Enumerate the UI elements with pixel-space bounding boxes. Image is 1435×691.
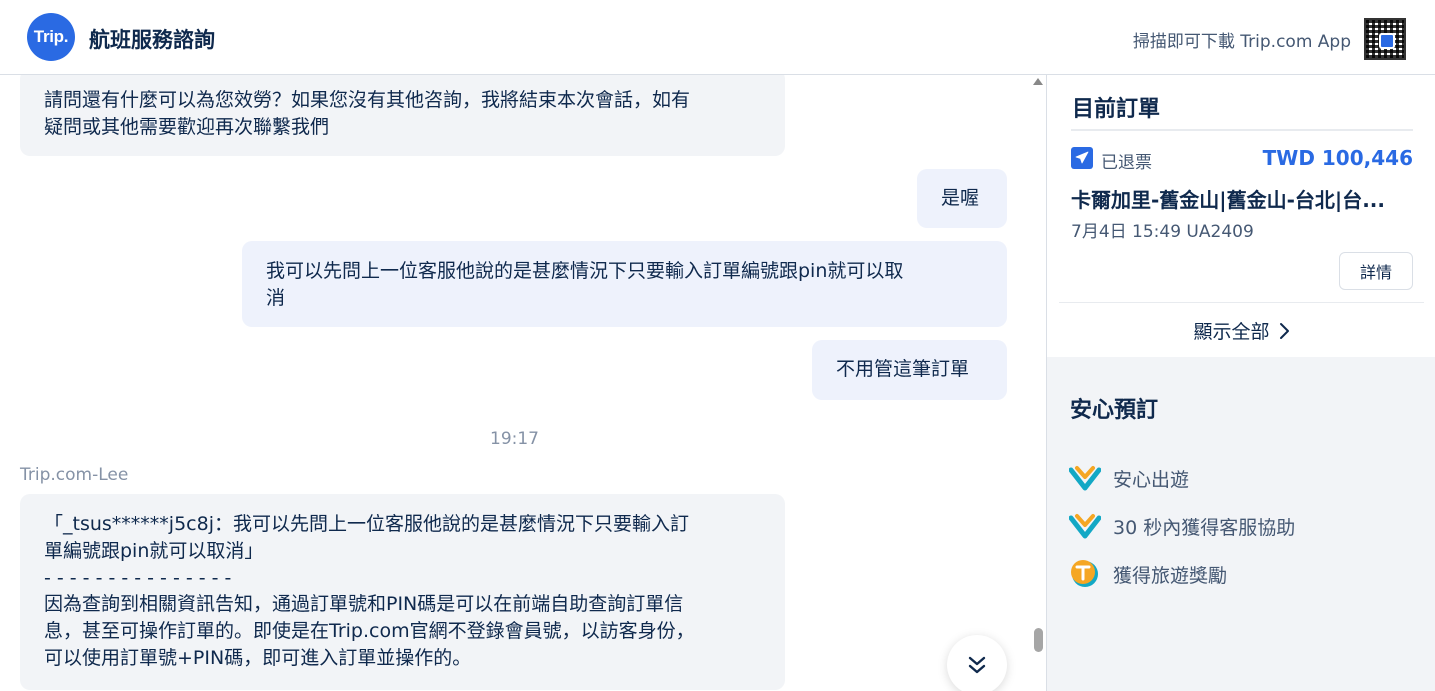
trip-coin-icon (1071, 560, 1098, 587)
current-orders-card: 目前訂單 已退票 TWD 100,446 卡爾加里-舊金山|舊金山-台北|台..… (1047, 75, 1435, 357)
safe-booking-item: 30 秒內獲得客服協助 (1069, 510, 1295, 542)
header: Trip. 航班服務諮詢 掃描即可下載 Trip.com App (0, 0, 1435, 75)
message-timestamp: 19:17 (490, 429, 539, 449)
message-line: 「_tsus******j5c8j：我可以先問上一位客服他說的是甚麼情況下只要輸… (44, 513, 689, 535)
flight-info: 7月4日 15:49 UA2409 (1071, 222, 1254, 242)
qr-code-icon (1364, 18, 1406, 60)
divider (1071, 129, 1413, 131)
order-status: 已退票 (1101, 153, 1152, 173)
scrollbar-up-arrow[interactable] (1033, 78, 1043, 85)
message-line: 疑問或其他需要歡迎再次聯繫我們 (44, 116, 330, 138)
message-separator: - - - - - - - - - - - - - - - (44, 567, 232, 589)
safe-item-label: 30 秒內獲得客服協助 (1113, 516, 1296, 539)
message-line: 請問還有什麼可以為您效勞？如果您沒有其他咨詢，我將結束本次會話，如有 (44, 89, 691, 111)
orders-title: 目前訂單 (1072, 97, 1161, 122)
message-line: 我可以先問上一位客服他說的是甚麼情況下只要輸入訂單編號跟pin就可以取 (266, 260, 904, 282)
safe-booking-item: 安心出遊 (1069, 462, 1189, 494)
message-line: 可以使用訂單號+PIN碼，即可進入訂單並操作的。 (44, 647, 472, 669)
message-line: 消 (266, 287, 286, 309)
heart-check-icon (1069, 514, 1101, 539)
message-line: 單編號跟pin就可以取消」 (44, 540, 264, 562)
agent-name: Trip.com-Lee (20, 465, 129, 485)
agent-message: 「_tsus******j5c8j：我可以先問上一位客服他說的是甚麼情況下只要輸… (20, 494, 785, 690)
user-message: 我可以先問上一位客服他說的是甚麼情況下只要輸入訂單編號跟pin就可以取 消 (242, 241, 1007, 327)
chat-panel[interactable]: 請問還有什麼可以為您效勞？如果您沒有其他咨詢，我將結束本次會話，如有 疑問或其他… (0, 75, 1046, 691)
chevron-right-icon (1279, 322, 1289, 339)
show-all-button[interactable]: 顯示全部 (1047, 317, 1435, 344)
message-line: 息，甚至可操作訂單的。即使是在Trip.com官網不登錄會員號，以訪客身份， (44, 620, 695, 642)
divider (1059, 302, 1424, 303)
details-button[interactable]: 詳情 (1339, 252, 1413, 290)
show-all-label: 顯示全部 (1193, 321, 1270, 343)
safe-item-label: 安心出遊 (1113, 468, 1190, 491)
scrollbar-thumb[interactable] (1034, 628, 1043, 652)
app-download-text: 掃描即可下載 Trip.com App (1132, 32, 1351, 52)
side-panel: 目前訂單 已退票 TWD 100,446 卡爾加里-舊金山|舊金山-台北|台..… (1046, 75, 1435, 691)
safe-booking-title: 安心預訂 (1070, 398, 1159, 423)
trip-logo[interactable]: Trip. (27, 13, 75, 61)
double-chevron-down-icon (968, 656, 986, 674)
order-route[interactable]: 卡爾加里-舊金山|舊金山-台北|台... (1071, 184, 1413, 213)
scroll-to-bottom-button[interactable] (947, 635, 1007, 691)
user-message: 不用管這筆訂單 (812, 340, 1007, 400)
message-line: 因為查詢到相關資訊告知，通過訂單號和PIN碼是可以在前端自助查詢訂單信 (44, 593, 684, 615)
message-line: 是喔 (941, 187, 980, 209)
page-title: 航班服務諮詢 (89, 28, 215, 52)
safe-booking-item: 獲得旅遊獎勵 (1069, 558, 1227, 590)
agent-message: 請問還有什麼可以為您效勞？如果您沒有其他咨詢，我將結束本次會話，如有 疑問或其他… (20, 75, 785, 156)
plane-icon (1071, 147, 1093, 169)
heart-check-icon (1069, 466, 1101, 491)
order-price: TWD 100,446 (1262, 146, 1413, 170)
user-message: 是喔 (917, 169, 1007, 228)
message-line: 不用管這筆訂單 (836, 358, 970, 380)
safe-item-label: 獲得旅遊獎勵 (1113, 564, 1228, 587)
